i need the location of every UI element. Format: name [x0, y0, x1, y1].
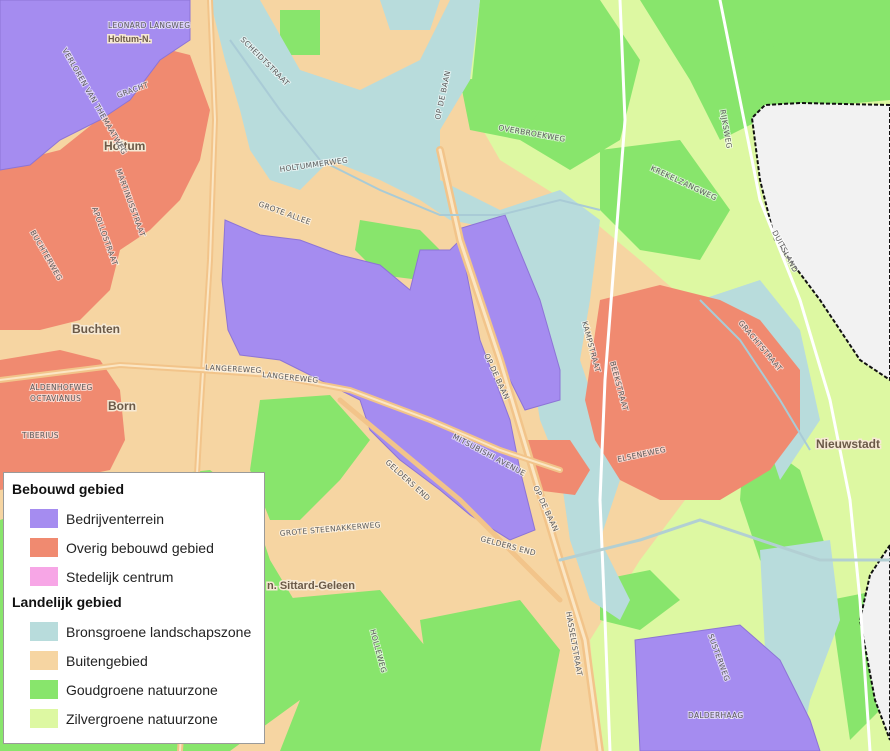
place-label: Born	[108, 399, 136, 413]
legend-swatch	[30, 538, 58, 557]
place-label: Nieuwstadt	[816, 437, 880, 451]
legend-swatch	[30, 567, 58, 586]
legend-label: Overig bebouwd gebied	[66, 539, 214, 556]
legend-swatch	[30, 709, 58, 728]
place-label: Buchten	[72, 322, 120, 336]
legend-group-title: Bebouwd gebied	[12, 481, 124, 497]
legend-label: Bedrijventerrein	[66, 510, 165, 527]
legend-swatch	[30, 509, 58, 528]
legend-item-buitengebied: Buitengebied	[12, 646, 256, 675]
legend-item-stedelijk-centrum: Stedelijk centrum	[12, 562, 256, 591]
bronsgroen-zone	[380, 0, 440, 30]
street-label: DALDERHAAG	[688, 711, 743, 720]
legend-label: Zilvergroene natuurzone	[66, 710, 218, 727]
street-label: OCTAVIANUS	[30, 394, 81, 403]
legend-label: Goudgroene natuurzone	[66, 681, 218, 698]
legend-swatch	[30, 651, 58, 670]
place-label: n. Sittard-Geleen	[267, 580, 355, 592]
legend-item-zilvergroen: Zilvergroene natuurzone	[12, 704, 256, 733]
legend-label: Bronsgroene landschapszone	[66, 623, 252, 640]
legend-swatch	[30, 622, 58, 641]
legend-group-title: Landelijk gebied	[12, 594, 122, 610]
legend-item-bronsgroen: Bronsgroene landschapszone	[12, 617, 256, 646]
place-label: Holtum-N.	[108, 34, 151, 44]
street-label: LEONARD LANGWEG	[108, 21, 190, 30]
legend-item-goudgroen: Goudgroene natuurzone	[12, 675, 256, 704]
street-label: TIBERIUS	[21, 431, 59, 440]
legend-item-bedrijventerrein: Bedrijventerrein	[12, 504, 256, 533]
legend-swatch	[30, 680, 58, 699]
legend-label: Stedelijk centrum	[66, 568, 174, 585]
street-label: ALDENHOFWEG	[30, 383, 93, 392]
map-legend: Bebouwd gebied Bedrijventerrein Overig b…	[3, 472, 265, 744]
legend-item-overig-bebouwd: Overig bebouwd gebied	[12, 533, 256, 562]
legend-label: Buitengebied	[66, 652, 148, 669]
